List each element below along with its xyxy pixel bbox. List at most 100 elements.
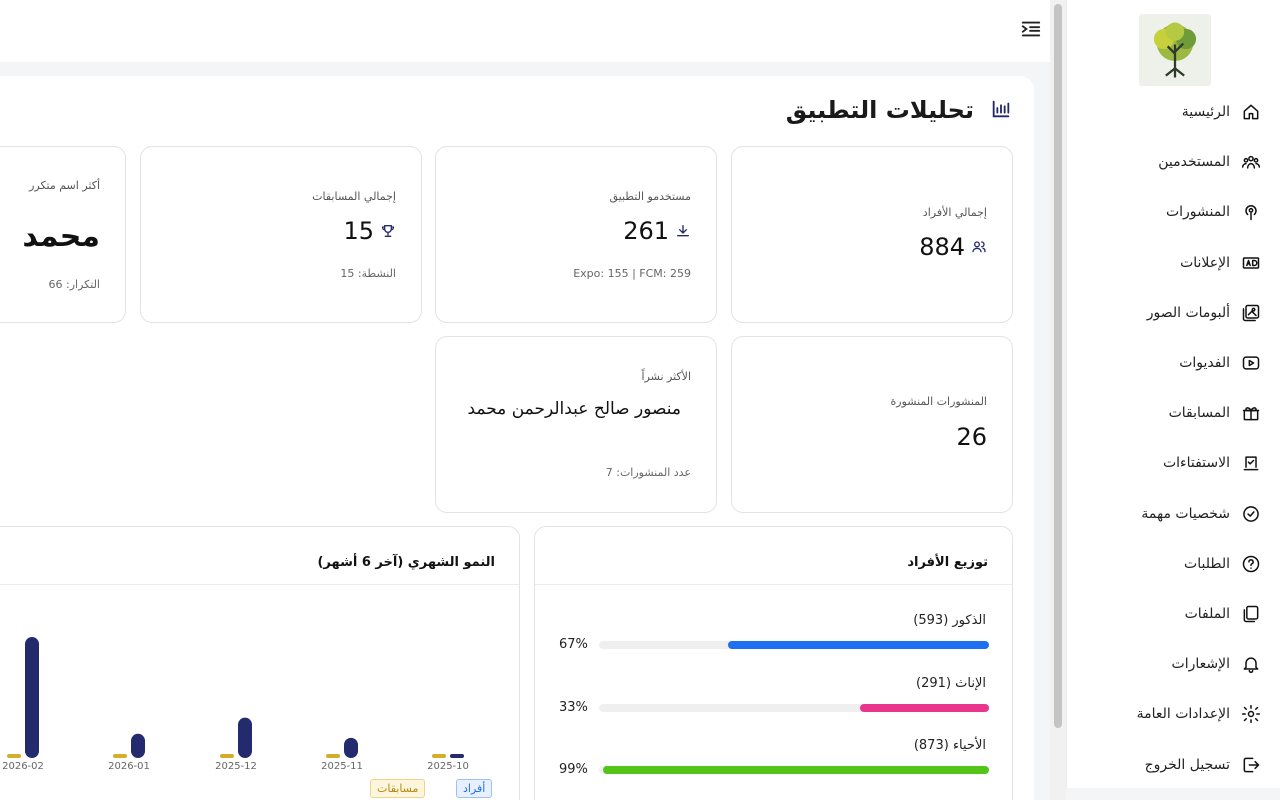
stat-value: 15 (343, 217, 396, 245)
stat-card-top-poster: الأكثر نشراً منصور صالح عبدالرحمن محمد ع… (435, 336, 717, 513)
home-icon (1240, 101, 1262, 123)
question-icon (1240, 553, 1262, 575)
stat-label: إجمالي الأفراد (922, 206, 987, 219)
sidebar-item-label: الاستفتاءات (1162, 455, 1230, 472)
distribution-percent: 99% (559, 762, 588, 777)
distribution-bar-track (599, 641, 989, 649)
sidebar-item-video[interactable]: الفديوات (1179, 350, 1262, 376)
x-tick-label: 2025-12 (215, 761, 257, 772)
distribution-bar-track (599, 703, 989, 712)
users-group-icon (1240, 151, 1262, 173)
legend-members[interactable]: أفراد (456, 779, 493, 798)
bar-contests-2025-12[interactable] (220, 754, 234, 758)
distribution-bar-fill (860, 703, 989, 712)
sidebar-item-question[interactable]: الطلبات (1184, 551, 1262, 577)
stat-label: إجمالي المسابقات (312, 190, 396, 203)
bar-chart-icon (990, 98, 1012, 120)
sidebar-item-label: المسابقات (1168, 405, 1230, 422)
distribution-bar-fill (727, 641, 989, 649)
files-icon (1240, 603, 1262, 625)
indent-menu-icon[interactable] (1018, 18, 1042, 42)
sidebar-item-home[interactable]: الرئيسية (1182, 99, 1262, 125)
bar-members-2026-01[interactable] (131, 733, 145, 758)
gear-icon (1240, 703, 1262, 725)
stat-value: 26 (956, 423, 987, 451)
distribution-label: الذكور (593) (913, 613, 986, 628)
podcast-icon (1240, 201, 1262, 223)
sidebar-item-label: الفديوات (1179, 355, 1230, 371)
sidebar-item-logout[interactable]: تسجيل الخروج (1145, 752, 1262, 778)
sidebar-item-files[interactable]: الملفات (1185, 601, 1262, 627)
distribution-label: الإناث (291) (916, 675, 986, 691)
stat-sub: النشطة: 15 (340, 267, 396, 280)
sidebar-item-poll[interactable]: الاستفتاءات (1163, 450, 1262, 476)
tree-logo[interactable] (1139, 14, 1211, 86)
gift-icon (1240, 402, 1262, 424)
stat-value: منصور صالح عبدالرحمن محمد (467, 399, 681, 419)
sidebar-item-photo-album[interactable]: ألبومات الصور (1147, 300, 1262, 326)
sidebar-item-gear[interactable]: الإعدادات العامة (1137, 701, 1262, 727)
sidebar-item-label: شخصيات مهمة (1141, 505, 1230, 522)
sidebar-item-bell[interactable]: الإشعارات (1172, 651, 1262, 677)
stat-card-published-posts: المنشورات المنشورة 26 (731, 336, 1013, 513)
video-icon (1240, 352, 1262, 374)
sidebar-item-podcast[interactable]: المنشورات (1166, 199, 1262, 225)
stat-sub: Expo: 155 | FCM: 259 (573, 267, 691, 280)
users-icon (971, 233, 987, 261)
distribution-percent: 67% (559, 637, 588, 652)
sidebar-item-label: الإعدادات العامة (1136, 706, 1230, 723)
bar-contests-2025-11[interactable] (326, 754, 340, 758)
stat-label: الأكثر نشراً (641, 370, 691, 383)
sidebar-item-label: الطلبات (1184, 555, 1230, 572)
sidebar-item-label: الملفات (1184, 606, 1230, 622)
sidebar-item-label: تسجيل الخروج (1144, 756, 1230, 773)
stat-value: 261 (623, 217, 691, 245)
stat-card-total-members: إجمالي الأفراد 884 (731, 146, 1013, 323)
sidebar-item-ad[interactable]: الإعلانات (1180, 250, 1262, 276)
x-tick-label: 2026-02 (2, 761, 44, 772)
distribution-card: توزيع الأفراد الذكور (593) 67% الإناث (291… (534, 526, 1013, 800)
ad-icon (1240, 252, 1262, 274)
distribution-title: توزيع الأفراد (907, 555, 988, 570)
bar-members-2025-12[interactable] (238, 717, 252, 758)
sidebar-item-badge-check[interactable]: شخصيات مهمة (1141, 501, 1262, 527)
bell-icon (1240, 653, 1262, 675)
stat-sub: عدد المنشورات: 7 (605, 466, 691, 479)
sidebar-item-label: المنشورات (1165, 204, 1230, 221)
topbar (0, 0, 1050, 62)
bar-contests-2025-10[interactable] (432, 754, 446, 758)
poll-icon (1240, 452, 1262, 474)
bar-contests-2026-01[interactable] (113, 754, 127, 758)
stat-card-top-name: أكثر اسم متكرر محمد التكرار: 66 (0, 146, 126, 323)
sidebar-item-gift[interactable]: المسابقات (1169, 400, 1262, 426)
x-tick-label: 2025-10 (427, 761, 469, 772)
download-icon (675, 217, 691, 245)
bar-contests-2026-02[interactable] (7, 753, 21, 758)
distribution-percent: 33% (559, 699, 588, 715)
badge-check-icon (1240, 503, 1262, 525)
stat-card-app-users: مستخدمو التطبيق 261 Expo: 155 | FCM: 259 (435, 146, 717, 323)
distribution-bar-fill (602, 766, 989, 774)
x-tick-label: 2026-01 (108, 761, 150, 772)
stat-label: المنشورات المنشورة (890, 395, 987, 408)
scrollbar-thumb[interactable] (1054, 4, 1062, 728)
distribution-bar-track (599, 766, 989, 774)
sidebar-item-users-group[interactable]: المستخدمين (1158, 149, 1262, 175)
scrollbar[interactable] (1050, 0, 1066, 800)
bar-members-2026-02[interactable] (25, 637, 39, 758)
stat-card-total-contests: إجمالي المسابقات 15 النشطة: 15 (140, 146, 422, 323)
sidebar-item-label: ألبومات الصور (1146, 304, 1230, 321)
growth-chart-card: النمو الشهري (آخر 6 أشهر) 2025-10 2025-11… (0, 526, 520, 800)
x-tick-label: 2025-11 (321, 761, 363, 772)
legend-contests[interactable]: مسابقات (370, 779, 426, 798)
sidebar: الرئيسية المستخدمين المنشورات الإعلانات ألبو… (1066, 0, 1280, 788)
sidebar-item-label: الإعلانات (1180, 254, 1230, 271)
logout-icon (1240, 754, 1262, 776)
distribution-label: الأحياء (873) (913, 738, 986, 753)
growth-chart (7, 637, 464, 758)
sidebar-item-label: الرئيسية (1181, 104, 1230, 120)
stat-value: محمد (22, 219, 100, 254)
stat-sub: التكرار: 66 (48, 278, 100, 291)
bar-members-2025-11[interactable] (344, 737, 358, 758)
bar-members-2025-10[interactable] (450, 753, 464, 758)
